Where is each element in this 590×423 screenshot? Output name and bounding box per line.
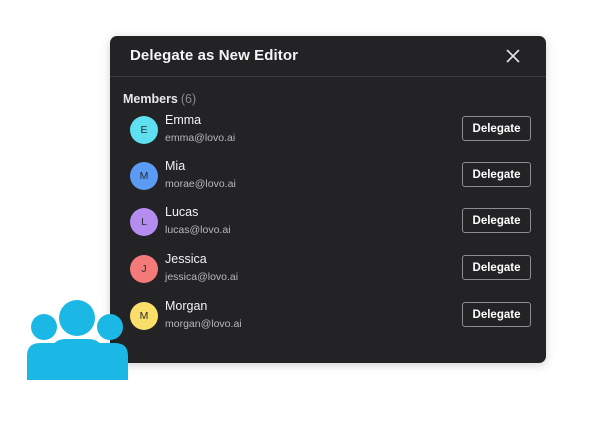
delegate-button[interactable]: Delegate — [462, 302, 531, 327]
delegate-button[interactable]: Delegate — [462, 255, 531, 280]
member-name: Morgan — [165, 299, 208, 313]
member-email: emma@lovo.ai — [165, 132, 236, 144]
member-row: M Mia morae@lovo.ai Delegate — [110, 153, 546, 199]
avatar: M — [130, 162, 158, 190]
close-button[interactable] — [503, 46, 523, 66]
member-email: morae@lovo.ai — [165, 178, 236, 190]
dialog-header: Delegate as New Editor — [110, 36, 546, 77]
member-email: lucas@lovo.ai — [165, 224, 231, 236]
avatar: M — [130, 302, 158, 330]
stage: Delegate as New Editor Members (6) E Emma… — [0, 0, 590, 423]
member-name: Mia — [165, 159, 186, 173]
close-icon — [506, 49, 520, 63]
member-name: Emma — [165, 113, 202, 127]
member-email: jessica@lovo.ai — [165, 271, 239, 283]
delegate-button[interactable]: Delegate — [462, 208, 531, 233]
member-row: J Jessica jessica@lovo.ai Delegate — [110, 246, 546, 292]
team-icon — [27, 300, 128, 380]
members-heading: Members (6) — [123, 92, 196, 106]
member-row: E Emma emma@lovo.ai Delegate — [110, 107, 546, 153]
member-name: Lucas — [165, 205, 199, 219]
avatar: J — [130, 255, 158, 283]
member-name: Jessica — [165, 252, 207, 266]
delegate-button[interactable]: Delegate — [462, 116, 531, 141]
member-email: morgan@lovo.ai — [165, 318, 242, 330]
member-row: L Lucas lucas@lovo.ai Delegate — [110, 199, 546, 245]
members-heading-label: Members — [123, 92, 178, 106]
avatar: L — [130, 208, 158, 236]
avatar: E — [130, 116, 158, 144]
members-count: (6) — [180, 92, 197, 106]
member-row: M Morgan morgan@lovo.ai Delegate — [110, 293, 546, 339]
team-shape — [27, 300, 128, 380]
dialog-title: Delegate as New Editor — [130, 47, 299, 64]
delegate-dialog: Delegate as New Editor Members (6) E Emma… — [110, 36, 546, 363]
delegate-button[interactable]: Delegate — [462, 162, 531, 187]
